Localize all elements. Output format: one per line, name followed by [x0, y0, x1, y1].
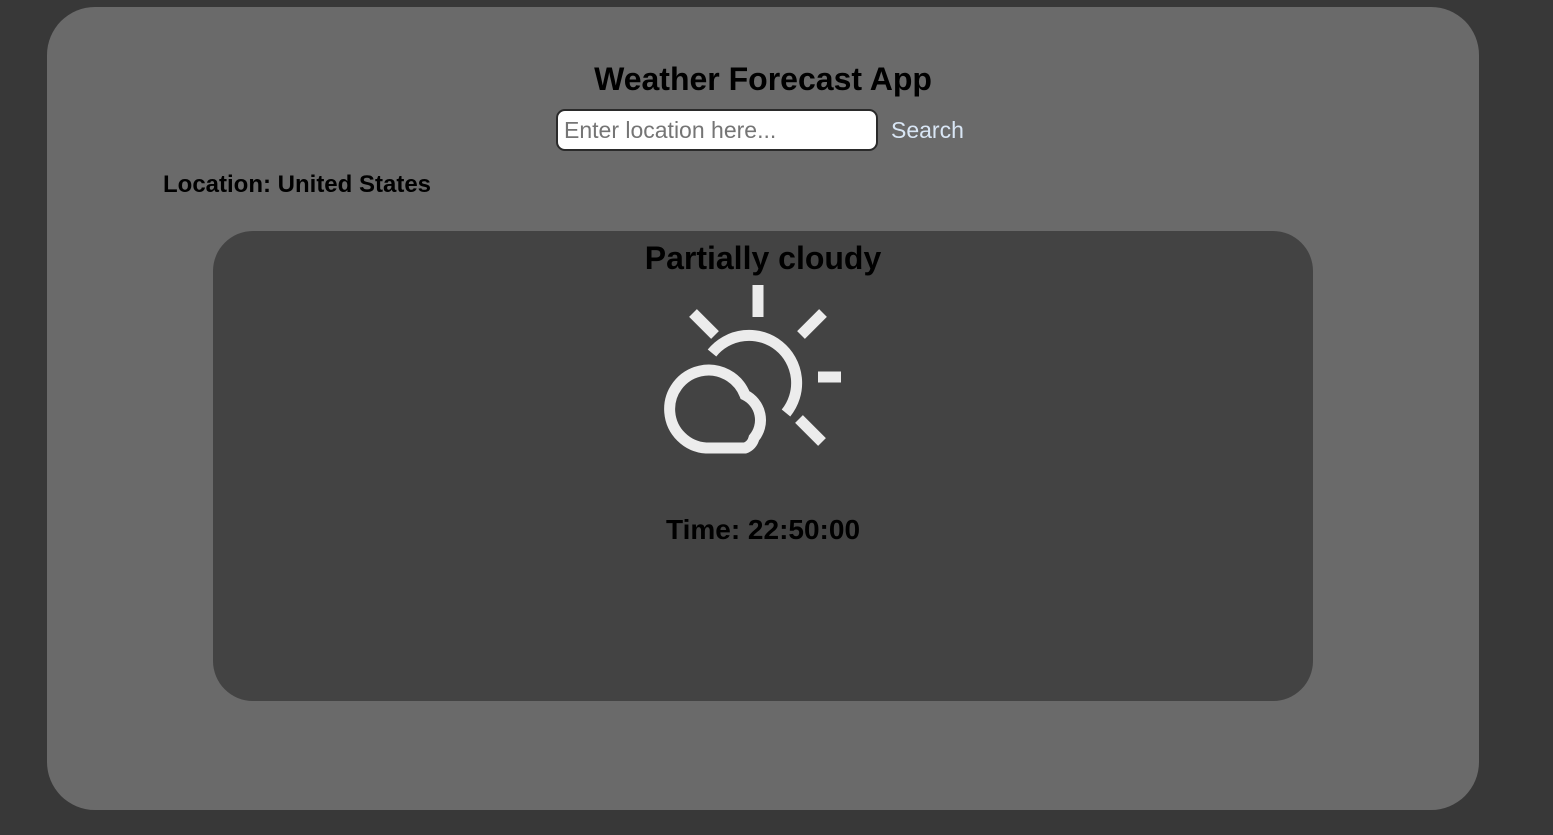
weather-time: Time: 22:50:00	[665, 514, 861, 545]
weather-condition: Partially cloudy	[644, 240, 882, 276]
app-panel: Weather Forecast App Search Location: Un…	[47, 7, 1479, 810]
app-title: Weather Forecast App	[594, 61, 932, 97]
search-button[interactable]: Search	[885, 109, 970, 151]
search-bar: Search	[556, 109, 970, 151]
location-label: Location: United States	[163, 171, 432, 198]
search-input[interactable]	[556, 109, 878, 151]
weather-card: Partially cloudy Time: 22:50:00	[213, 231, 1313, 701]
partly-cloudy-icon	[664, 285, 841, 454]
